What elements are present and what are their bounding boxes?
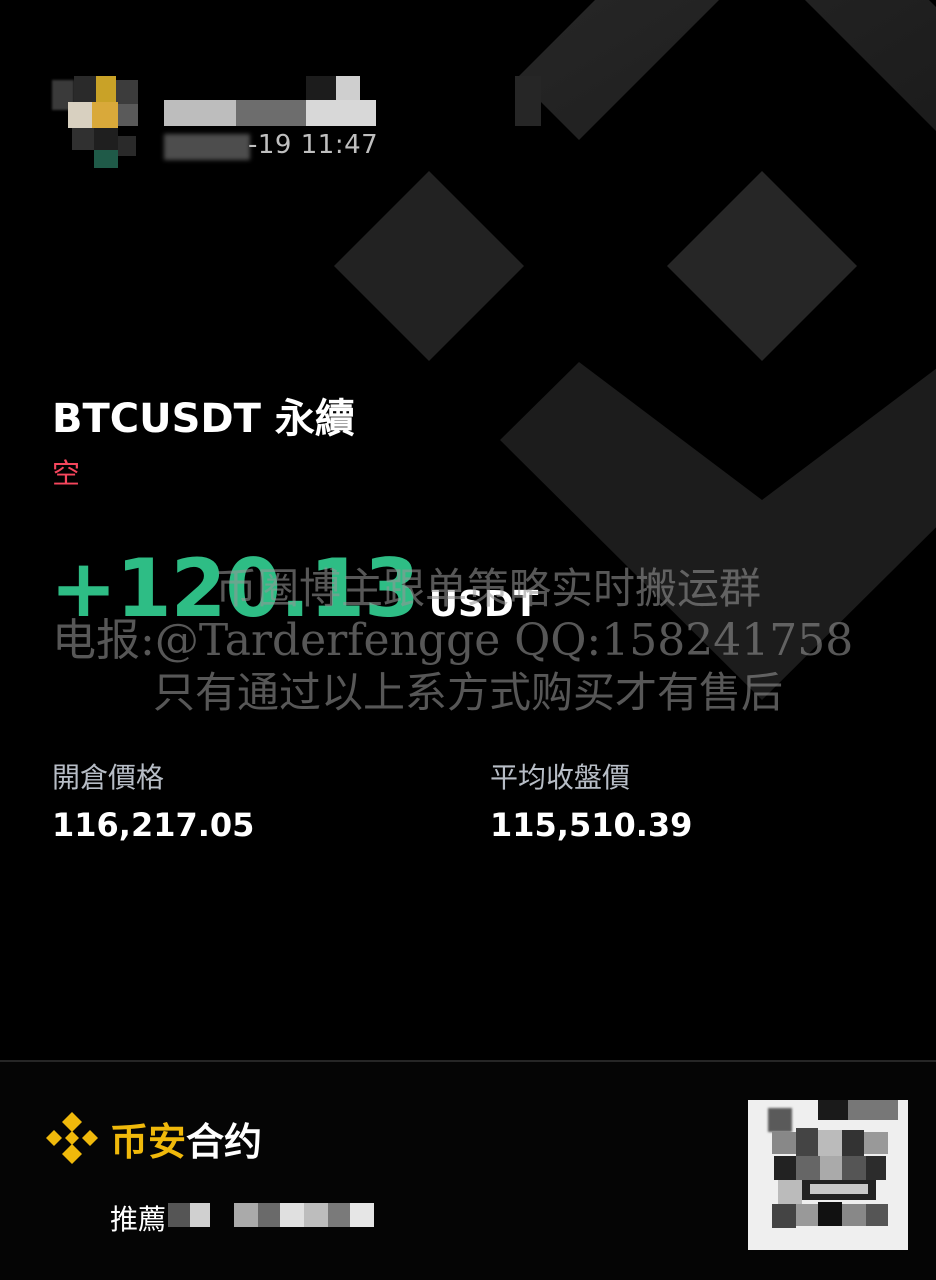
header-blur-block: [515, 76, 541, 126]
brand: 币安合约: [42, 1108, 262, 1168]
binance-logo-icon: [46, 1112, 98, 1164]
avg-close-price-label: 平均收盤價: [490, 761, 631, 794]
contract-symbol: BTCUSDT 永續: [52, 396, 355, 442]
entry-price-label: 開倉價格: [52, 761, 165, 794]
brand-name-prefix: 币安: [110, 1119, 187, 1164]
referral: 推薦: [110, 1198, 166, 1238]
brand-name: 币安合约: [110, 1111, 262, 1166]
watermark: 币圈博主跟单策略实时搬运群 电报:@Tarderfengge QQ:158241…: [0, 563, 936, 719]
entry-price-value: 116,217.05: [52, 806, 255, 844]
position-side: 空: [52, 457, 81, 490]
username-blurred: [164, 76, 376, 128]
timestamp-date-blurred: [164, 134, 250, 160]
avatar: [52, 76, 142, 168]
timestamp-text: -19 11:47: [248, 130, 379, 160]
watermark-line-2: 电报:@Tarderfengge QQ:158241758: [52, 615, 854, 666]
qr-code: [748, 1100, 908, 1250]
brand-name-suffix: 合约: [186, 1119, 263, 1164]
avg-close-price-value: 115,510.39: [490, 806, 693, 844]
referral-code-blurred: [168, 1203, 190, 1227]
watermark-line-3: 只有通过以上系方式购买才有售后: [152, 668, 783, 717]
referral-label: 推薦: [110, 1203, 167, 1236]
watermark-line-1: 币圈博主跟单策略实时搬运群: [214, 564, 761, 613]
